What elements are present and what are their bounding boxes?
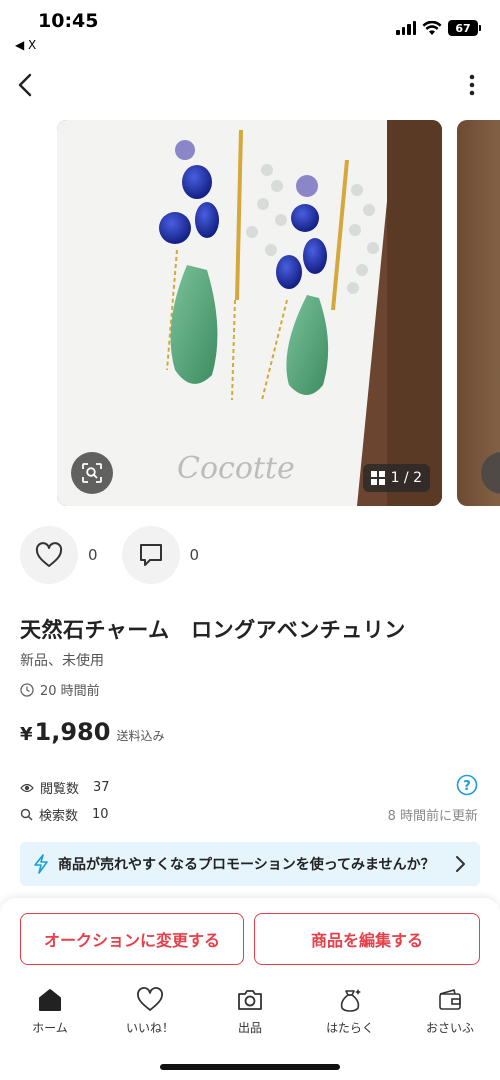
tab-sell[interactable]: 出品 <box>200 984 300 1044</box>
reactions-row: 0 0 <box>20 526 223 584</box>
zoom-scan-icon <box>82 463 102 483</box>
comment-count: 0 <box>189 546 200 564</box>
help-icon[interactable]: ? <box>456 774 478 796</box>
shipping-note: 送料込み <box>116 729 165 743</box>
tab-wallet[interactable]: おさいふ <box>400 984 500 1044</box>
views-label: 閲覧数 <box>40 782 80 797</box>
svg-text:?: ? <box>463 779 471 794</box>
product-image-gallery[interactable]: Cocotte 1 / 2 <box>0 120 500 508</box>
price-currency: ¥ <box>20 724 33 745</box>
page-counter-text: 1 / 2 <box>390 470 422 486</box>
heart-icon <box>35 542 63 567</box>
searches-label: 検索数 <box>39 809 79 824</box>
battery-icon: 67 <box>448 20 481 36</box>
card-brand-text: Cocotte <box>177 451 295 486</box>
clock-icon <box>20 682 34 697</box>
comment-button[interactable] <box>121 526 180 584</box>
next-product-photo[interactable] <box>457 120 500 506</box>
wifi-icon <box>422 20 442 35</box>
status-bar: 10:45 ◀ X 67 <box>0 0 500 60</box>
price-row: ¥ 1,980 送料込み <box>20 718 164 746</box>
grid-icon <box>370 471 385 485</box>
searches-count: 10 <box>92 807 109 822</box>
eye-icon <box>20 783 34 792</box>
tab-work-label: はたらく <box>326 1021 374 1035</box>
camera-icon <box>238 990 262 1010</box>
wallet-icon <box>439 989 461 1010</box>
status-icons: 67 <box>396 20 481 36</box>
posted-time: 20 時間前 <box>20 680 100 699</box>
status-time: 10:45 <box>38 10 99 32</box>
zoom-button[interactable] <box>71 452 113 494</box>
back-to-app-link[interactable]: ◀ X <box>15 38 36 52</box>
money-bag-icon <box>340 989 361 1012</box>
cellular-signal-icon <box>396 21 416 35</box>
home-indicator <box>160 1064 340 1070</box>
zoom-button-next[interactable] <box>481 452 500 494</box>
tab-home[interactable]: ホーム <box>0 984 100 1044</box>
like-count: 0 <box>88 546 98 564</box>
tab-home-label: ホーム <box>32 1021 68 1035</box>
search-icon <box>20 808 33 821</box>
home-icon <box>39 989 61 1011</box>
tab-work[interactable]: はたらく <box>300 984 400 1044</box>
bottom-tab-bar: ホーム いいね！ 出品 はたらく おさいふ <box>0 984 500 1044</box>
product-photo-illustration: Cocotte <box>57 120 442 506</box>
promotion-text: 商品が売れやすくなるプロモーションを使ってみませんか？ <box>58 857 435 873</box>
edit-product-button[interactable]: 商品を編集する <box>254 913 480 965</box>
searches-stat: 検索数 10 <box>20 805 109 824</box>
product-title: 天然石チャーム ロングアベンチュリン <box>20 618 406 642</box>
heart-icon <box>137 987 163 1011</box>
product-photo[interactable]: Cocotte 1 / 2 <box>57 120 442 506</box>
tab-likes-label: いいね！ <box>125 1021 174 1035</box>
like-button[interactable] <box>20 526 78 584</box>
chevron-right-icon <box>456 856 465 872</box>
posted-time-text: 20 時間前 <box>40 684 100 699</box>
more-options-icon[interactable] <box>468 74 476 96</box>
updated-time: 8 時間前に更新 <box>387 809 478 824</box>
tab-wallet-label: おさいふ <box>425 1021 474 1035</box>
promotion-banner[interactable]: 商品が売れやすくなるプロモーションを使ってみませんか？ <box>20 842 480 886</box>
back-chevron-icon[interactable] <box>14 72 38 98</box>
price-value: 1,980 <box>34 718 111 746</box>
change-to-auction-button[interactable]: オークションに変更する <box>20 913 244 965</box>
product-condition: 新品、未使用 <box>20 653 104 669</box>
photo-page-counter: 1 / 2 <box>362 464 430 492</box>
comment-icon <box>139 544 162 566</box>
tab-sell-label: 出品 <box>237 1021 262 1035</box>
views-count: 37 <box>93 780 110 795</box>
tab-likes[interactable]: いいね！ <box>100 984 200 1044</box>
lightning-icon <box>34 854 48 874</box>
views-stat: 閲覧数 37 <box>20 778 110 797</box>
